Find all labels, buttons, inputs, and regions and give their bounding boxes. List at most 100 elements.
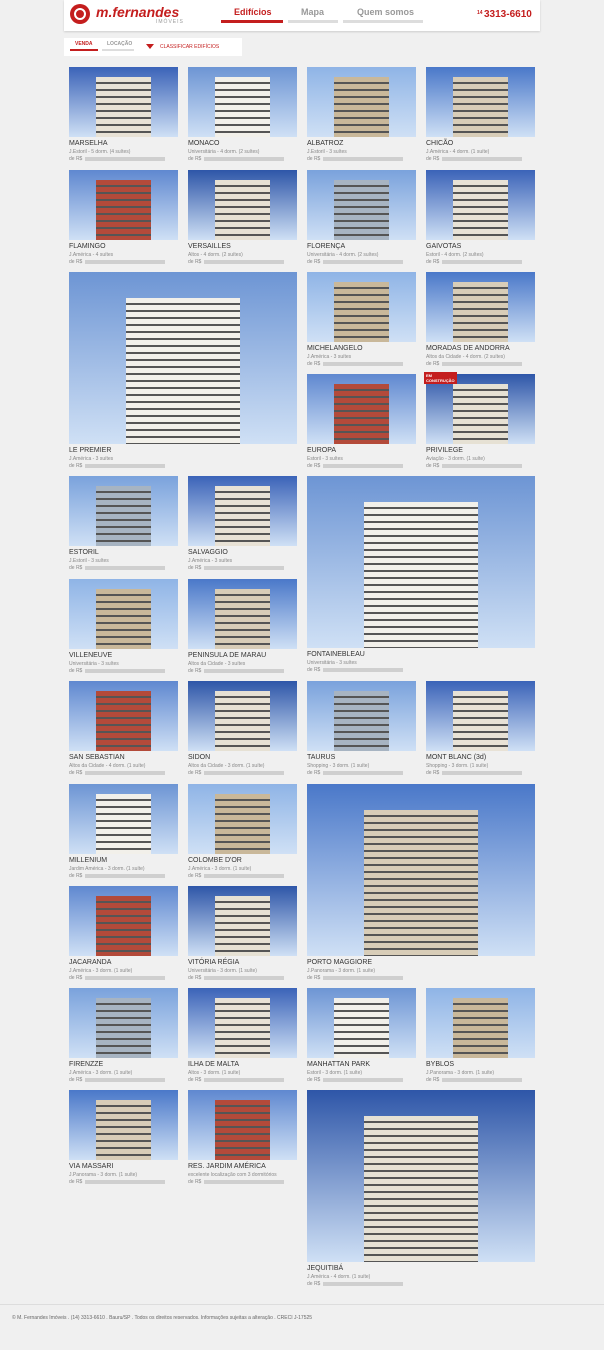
building-name[interactable]: FIRENZZE	[69, 1061, 103, 1068]
building-name[interactable]: VILLENEUVE	[69, 652, 112, 659]
building-photo[interactable]	[69, 784, 178, 854]
building-name[interactable]: FLORENÇA	[307, 243, 345, 250]
building-name[interactable]: ALBATROZ	[307, 140, 343, 147]
building-shape	[453, 384, 508, 444]
building-photo[interactable]	[69, 476, 178, 546]
building-name[interactable]: MANHATTAN PARK	[307, 1061, 370, 1068]
logo-subtitle: IMÓVEIS	[156, 19, 184, 25]
building-photo[interactable]	[188, 886, 297, 956]
nav-edificios[interactable]: Edifícios	[234, 7, 272, 17]
building-price: de R$	[307, 361, 404, 367]
building-name[interactable]: FONTAINEBLEAU	[307, 651, 365, 658]
phone-ddd: 14	[477, 10, 483, 16]
building-photo[interactable]	[188, 784, 297, 854]
building-photo[interactable]	[188, 170, 297, 240]
logo-text[interactable]: m.fernandes	[96, 4, 179, 20]
building-name[interactable]: PORTO MAGGIORE	[307, 959, 372, 966]
building-photo[interactable]	[69, 170, 178, 240]
building-name[interactable]: PRIVILEGE	[426, 447, 463, 454]
building-name[interactable]: GAIVOTAS	[426, 243, 461, 250]
building-description: J.América - 4 dorm. (1 suíte)	[426, 149, 490, 155]
building-name[interactable]: VERSAILLES	[188, 243, 231, 250]
price-redacted	[85, 565, 166, 570]
tab-venda[interactable]: VENDA	[75, 41, 93, 47]
building-photo[interactable]	[69, 579, 178, 649]
building-photo[interactable]	[307, 784, 535, 956]
building-name[interactable]: MARSELHA	[69, 140, 108, 147]
building-photo[interactable]	[307, 988, 416, 1058]
building-photo[interactable]	[426, 272, 535, 342]
sort-buildings-button[interactable]: CLASSIFICAR EDIFÍCIOS	[160, 44, 219, 50]
logo-icon[interactable]	[70, 4, 90, 24]
building-photo[interactable]	[307, 681, 416, 751]
building-price: de R$	[188, 1077, 285, 1083]
building-shape	[215, 180, 270, 240]
building-photo[interactable]	[426, 67, 535, 137]
building-name[interactable]: LE PREMIER	[69, 447, 111, 454]
building-name[interactable]: SAN SEBASTIAN	[69, 754, 125, 761]
building-photo[interactable]	[69, 886, 178, 956]
building-name[interactable]: CHICÃO	[426, 140, 453, 147]
building-name[interactable]: PENINSULA DE MARAU	[188, 652, 266, 659]
building-photo[interactable]	[69, 681, 178, 751]
building-photo[interactable]	[188, 1090, 297, 1160]
building-name[interactable]: ESTORIL	[69, 549, 99, 556]
building-photo[interactable]	[307, 476, 535, 648]
building-photo[interactable]	[188, 681, 297, 751]
building-name[interactable]: MONACO	[188, 140, 220, 147]
building-shape	[96, 998, 151, 1058]
building-price: de R$	[188, 873, 285, 879]
building-photo[interactable]	[307, 272, 416, 342]
building-photo[interactable]	[69, 272, 297, 444]
building-photo[interactable]	[188, 67, 297, 137]
building-photo[interactable]	[69, 67, 178, 137]
building-name[interactable]: SIDON	[188, 754, 210, 761]
building-name[interactable]: EUROPA	[307, 447, 336, 454]
building-name[interactable]: MONT BLANC (3d)	[426, 754, 486, 761]
building-name[interactable]: VIA MASSARI	[69, 1163, 113, 1170]
building-shape	[215, 794, 270, 854]
price-redacted	[85, 668, 166, 673]
building-photo[interactable]	[69, 1090, 178, 1160]
tab-locacao[interactable]: LOCAÇÃO	[107, 41, 132, 47]
building-name[interactable]: BYBLOS	[426, 1061, 454, 1068]
nav-quem-somos-underline	[343, 20, 423, 23]
building-name[interactable]: JEQUITIBÁ	[307, 1265, 343, 1272]
building-name[interactable]: SALVAGGIO	[188, 549, 228, 556]
building-photo[interactable]	[426, 170, 535, 240]
building-name[interactable]: RES. JARDIM AMÉRICA	[188, 1163, 266, 1170]
building-description: excelente localização com 3 dormitórios	[188, 1172, 277, 1178]
building-photo[interactable]	[426, 681, 535, 751]
building-shape	[453, 691, 508, 751]
building-photo[interactable]	[69, 988, 178, 1058]
nav-mapa[interactable]: Mapa	[301, 7, 324, 17]
building-photo[interactable]	[426, 988, 535, 1058]
dropdown-arrow-icon[interactable]	[146, 44, 154, 49]
building-name[interactable]: FLAMINGO	[69, 243, 106, 250]
building-photo[interactable]	[307, 1090, 535, 1262]
building-photo[interactable]	[307, 67, 416, 137]
building-shape	[96, 589, 151, 649]
building-photo[interactable]	[307, 374, 416, 444]
building-photo[interactable]	[188, 476, 297, 546]
building-name[interactable]: MORADAS DE ANDORRA	[426, 345, 510, 352]
footer-divider	[0, 1304, 604, 1305]
building-photo[interactable]	[307, 170, 416, 240]
building-photo[interactable]	[188, 988, 297, 1058]
nav-quem-somos[interactable]: Quem somos	[357, 7, 414, 17]
building-shape	[215, 1100, 270, 1160]
building-name[interactable]: MICHELANGELO	[307, 345, 363, 352]
building-name[interactable]: MILLENIUM	[69, 857, 107, 864]
building-name[interactable]: JACARANDA	[69, 959, 111, 966]
price-redacted	[85, 975, 166, 980]
building-shape	[364, 810, 478, 956]
building-name[interactable]: VITÓRIA RÉGIA	[188, 959, 239, 966]
building-photo[interactable]	[188, 579, 297, 649]
building-name[interactable]: COLOMBE D'OR	[188, 857, 242, 864]
building-price: de R$	[188, 259, 285, 265]
building-price: de R$	[69, 873, 166, 879]
building-photo[interactable]	[426, 374, 535, 444]
building-name[interactable]: TAURUS	[307, 754, 335, 761]
building-name[interactable]: ILHA DE MALTA	[188, 1061, 239, 1068]
building-description: Estoril - 3 suítes	[307, 456, 343, 462]
